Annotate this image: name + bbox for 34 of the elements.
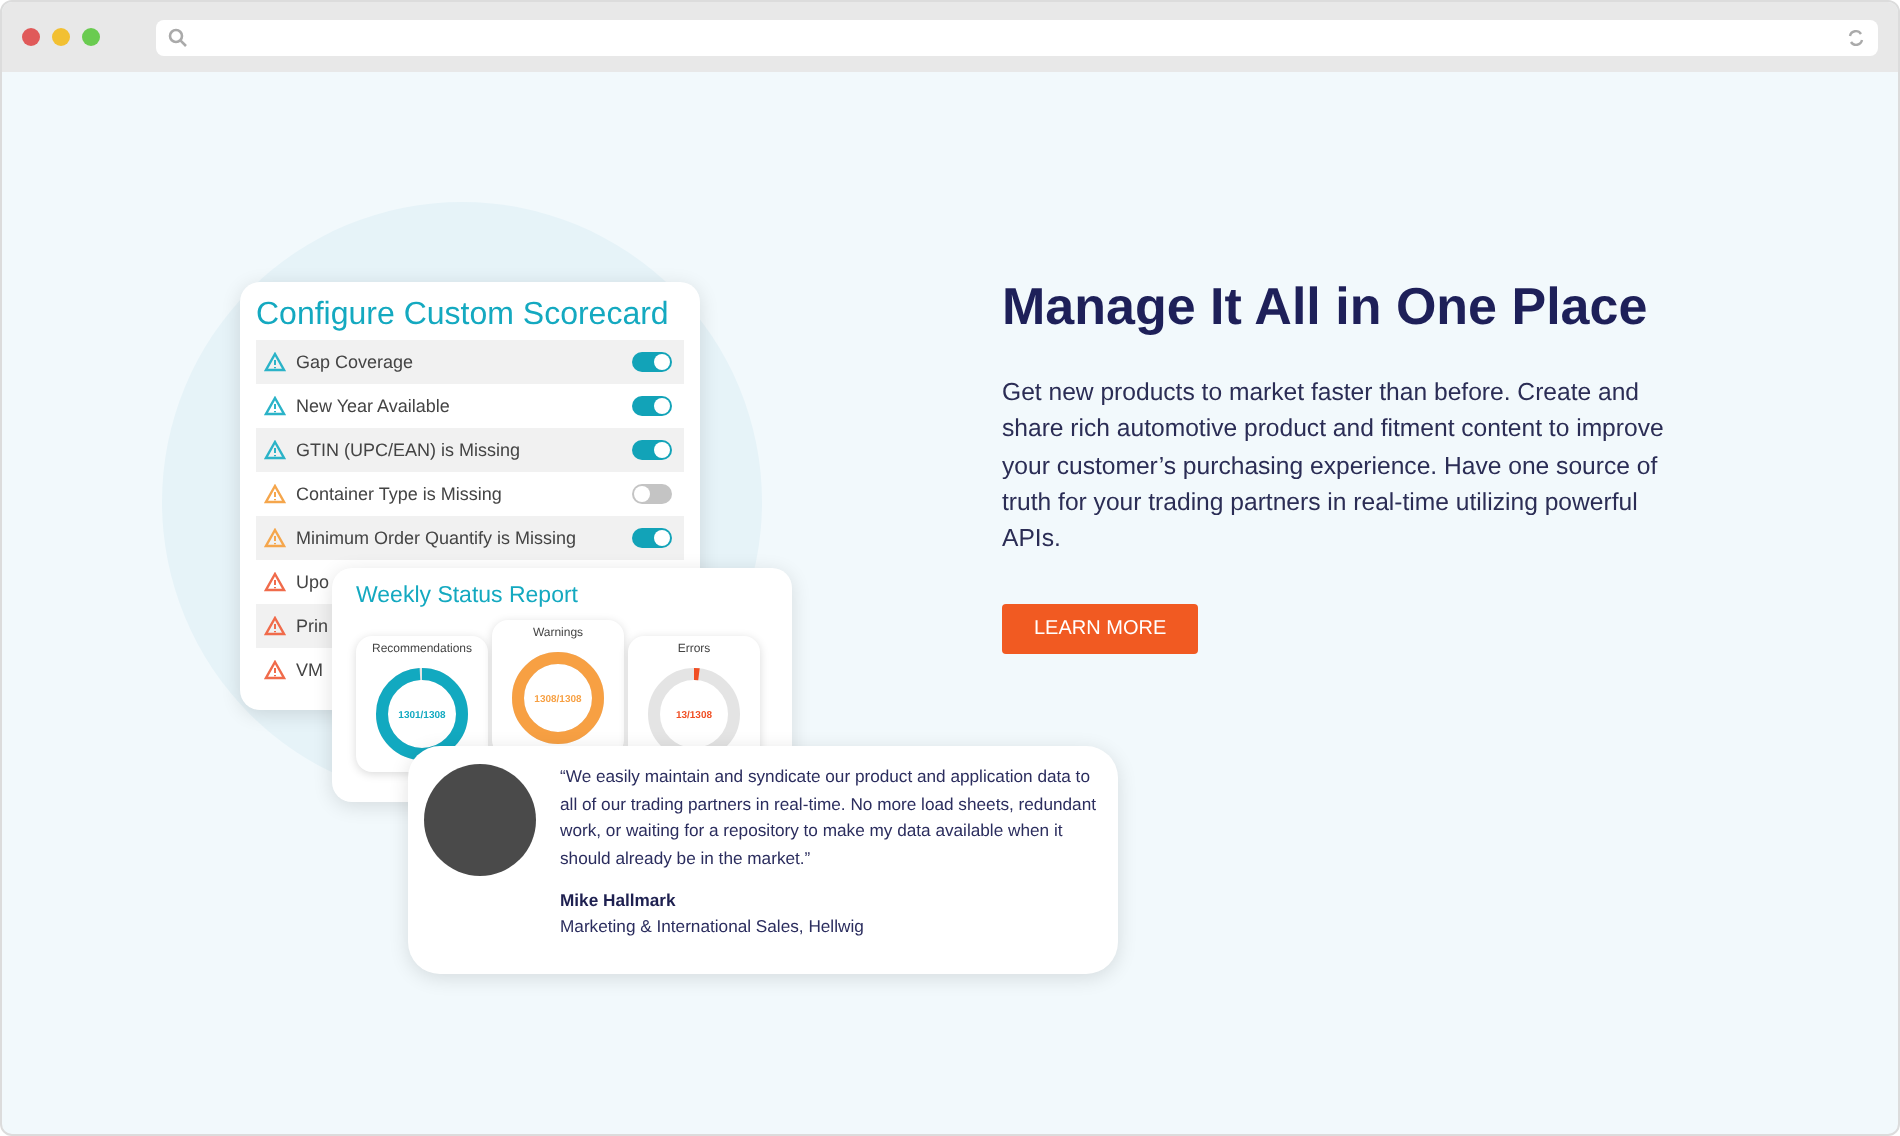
close-dot-icon[interactable] bbox=[22, 28, 40, 46]
testimonial-quote: “We easily maintain and syndicate our product and application data to all of our trading partners in real-time. No more load sheets, redundant work, or waiting for a repository to make my data available when it should already be in the market.” bbox=[560, 764, 1098, 872]
reload-icon[interactable] bbox=[1846, 27, 1866, 47]
warning-icon bbox=[264, 396, 286, 416]
rule-label: GTIN (UPC/EAN) is Missing bbox=[296, 440, 521, 460]
learn-more-button[interactable]: LEARN MORE bbox=[1002, 604, 1199, 655]
rule-label: Minimum Order Quantify is Missing bbox=[296, 528, 577, 548]
rule-label: Prin bbox=[296, 616, 329, 636]
toggle-switch[interactable] bbox=[632, 484, 672, 504]
warning-icon bbox=[264, 484, 286, 504]
search-icon bbox=[168, 27, 188, 47]
toggle-switch[interactable] bbox=[632, 528, 672, 548]
minimize-dot-icon[interactable] bbox=[52, 28, 70, 46]
hero-heading: Manage It All in One Place bbox=[1002, 276, 1650, 338]
rule-label: Container Type is Missing bbox=[296, 484, 502, 504]
card-title: Weekly Status Report bbox=[356, 584, 581, 608]
warning-icon bbox=[264, 660, 286, 680]
toggle-switch[interactable] bbox=[632, 440, 672, 460]
author-role: Marketing & International Sales, Hellwig bbox=[560, 916, 866, 936]
rule-label: New Year Available bbox=[296, 396, 450, 416]
hero-text: Get new products to market faster than before. Create and share rich automotive product and fitment content to improve your customer’s purchasing experience. Have one source of truth for your trading partners in real-time utilizing powerful APIs. bbox=[1002, 376, 1666, 557]
rule-label: VM bbox=[296, 660, 323, 680]
warning-icon bbox=[264, 528, 286, 548]
toggle-switch[interactable] bbox=[632, 352, 672, 372]
card-title: Configure Custom Scorecard bbox=[256, 298, 671, 334]
warning-icon bbox=[264, 440, 286, 460]
warning-icon bbox=[264, 572, 286, 592]
toggle-switch[interactable] bbox=[632, 396, 672, 416]
warning-icon bbox=[264, 352, 286, 372]
warning-icon bbox=[264, 616, 286, 636]
rule-label: Upo bbox=[296, 572, 330, 592]
rule-label: Gap Coverage bbox=[296, 352, 414, 372]
maximize-dot-icon[interactable] bbox=[82, 28, 100, 46]
author-name: Mike Hallmark bbox=[560, 890, 678, 910]
